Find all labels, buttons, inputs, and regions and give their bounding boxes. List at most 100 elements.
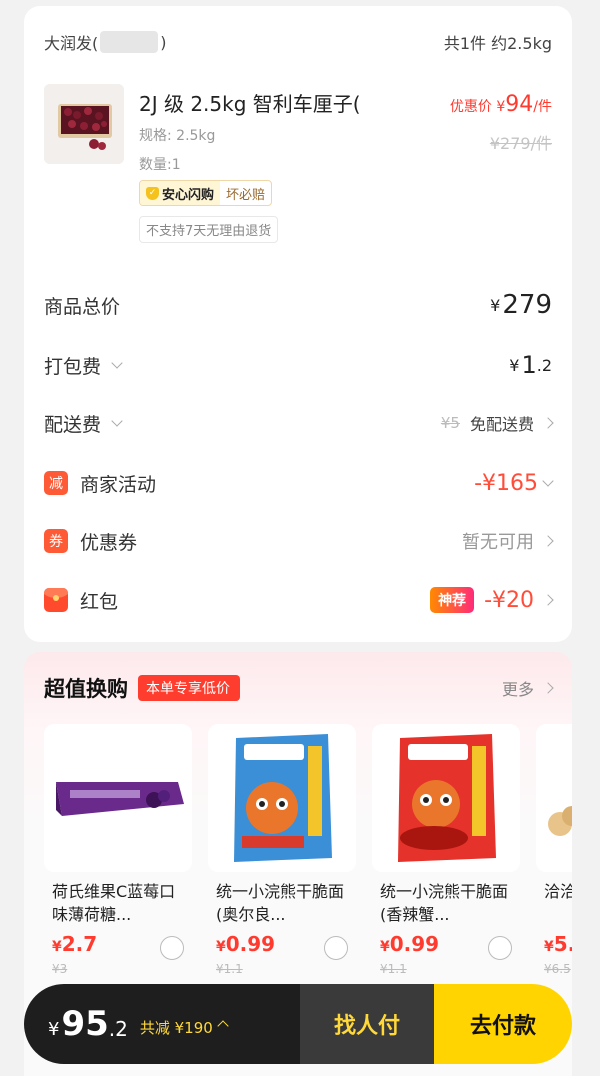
addon-item-name: 统一小浣熊干脆面(奥尔良...: [216, 882, 345, 924]
store-row: 大润发( ) 共1件 约2.5kg: [44, 28, 552, 56]
addon-item-price-value: 0.99: [225, 932, 276, 956]
addon-item-checkbox[interactable]: [488, 936, 512, 960]
discount-price-unit: /件: [533, 99, 552, 115]
addon-tag: 本单专享低价: [138, 675, 240, 701]
checkout-yen: ¥: [48, 1018, 60, 1040]
red-packet-icon: [44, 588, 68, 612]
addon-item-price: ¥2.7: [52, 932, 97, 956]
product-quantity: 数量:1: [139, 157, 181, 173]
merchant-activity-value: -¥165: [474, 470, 538, 496]
red-packet-label: 红包: [80, 590, 119, 613]
addon-item[interactable]: 洽洽盐焗 ¥5. ¥6.5: [536, 724, 572, 984]
delivery-fee-row[interactable]: 配送费 ¥5 免配送费: [44, 406, 554, 440]
addon-item-image[interactable]: [372, 724, 520, 872]
checkout-total[interactable]: ¥ 95 .2 共减 ¥190: [24, 984, 300, 1064]
chevron-right-icon[interactable]: [542, 535, 554, 547]
addon-item-checkbox[interactable]: [324, 936, 348, 960]
more-label: 更多: [501, 680, 534, 699]
checkout-amount: 95: [61, 1004, 109, 1044]
addon-item-yen: ¥: [380, 939, 390, 955]
ask-friend-pay-button[interactable]: 找人付: [300, 984, 434, 1064]
product-item[interactable]: 2J 级 2.5kg 智利车厘子( 规格: 2.5kg 数量:1 ✓ 安心闪购 …: [44, 82, 552, 252]
packing-fee-label: 打包费: [44, 355, 102, 378]
chevron-right-icon[interactable]: [542, 594, 554, 606]
shield-check-icon: ✓: [146, 186, 159, 200]
addon-item-checkbox[interactable]: [160, 936, 184, 960]
addon-item-name: 荷氏维果C蓝莓口味薄荷糖...: [52, 882, 176, 924]
order-card: 大润发( ) 共1件 约2.5kg 2J 级 2.5kg 智利车厘子( 规格: …: [24, 6, 572, 642]
addon-item-yen: ¥: [52, 939, 62, 955]
discount-badge-icon: 减: [44, 471, 68, 495]
addon-item-original-price: ¥1.1: [216, 962, 243, 976]
addon-item-yen: ¥: [544, 939, 554, 955]
more-link[interactable]: 更多: [501, 676, 554, 700]
chevron-down-icon[interactable]: [111, 356, 123, 369]
coupon-value: 暂无可用: [462, 532, 534, 553]
addon-header: 超值换购 本单专享低价 更多: [44, 672, 554, 704]
total-price-value: 279: [502, 290, 552, 320]
chevron-down-icon[interactable]: [542, 474, 554, 487]
addon-item-image[interactable]: [44, 724, 192, 872]
store-name-text: 大润发(: [44, 34, 99, 53]
chevron-right-icon: [542, 682, 554, 694]
guarantee-tag[interactable]: ✓ 安心闪购 坏必赔: [139, 180, 273, 206]
coupon-row[interactable]: 券 优惠券 暂无可用: [44, 524, 554, 558]
addon-item-original-price: ¥1.1: [380, 962, 407, 976]
packing-fee-int: 1: [521, 351, 537, 379]
addon-goods-list: 荷氏维果C蓝莓口味薄荷糖... ¥2.7 ¥3 统一小浣熊干脆面(奥尔良... …: [44, 724, 572, 984]
checkout-decimal: .2: [108, 1017, 128, 1041]
discount-price-label: 优惠价 ¥: [449, 99, 506, 115]
merchant-activity-row[interactable]: 减 商家活动 -¥165: [44, 466, 554, 500]
pay-button[interactable]: 去付款: [434, 984, 572, 1064]
addon-item-price: ¥0.99: [216, 932, 275, 956]
total-price-row: 商品总价 ¥ 279: [44, 288, 552, 322]
red-packet-value: -¥20: [484, 587, 534, 613]
addon-item-image[interactable]: [208, 724, 356, 872]
store-name[interactable]: 大润发( ): [44, 30, 167, 54]
chevron-down-icon[interactable]: [111, 414, 123, 427]
merchant-activity-label: 商家活动: [80, 473, 157, 496]
delivery-fee-free: 免配送费: [469, 415, 534, 434]
no-return-badge: 不支持7天无理由退货: [139, 216, 279, 243]
delivery-fee-original: ¥5: [440, 414, 460, 432]
red-packet-row[interactable]: 红包 神荐 -¥20: [44, 583, 554, 617]
addon-item-name: 洽洽盐焗: [544, 882, 572, 901]
tag-main: ✓ 安心闪购: [140, 181, 221, 205]
addon-item[interactable]: 荷氏维果C蓝莓口味薄荷糖... ¥2.7 ¥3: [44, 724, 192, 984]
addon-item-original-price: ¥6.5: [544, 962, 571, 976]
addon-item[interactable]: 统一小浣熊干脆面(奥尔良... ¥0.99 ¥1.1: [208, 724, 356, 984]
checkout-saved: 共减 ¥190: [139, 1018, 213, 1037]
discount-price: 优惠价 ¥94/件: [450, 92, 552, 117]
packing-fee-row[interactable]: 打包费 ¥ 1 .2: [44, 348, 552, 382]
delivery-fee-label: 配送费: [44, 413, 102, 436]
chevron-right-icon[interactable]: [542, 417, 554, 429]
addon-item-price-value: 0.99: [389, 932, 440, 956]
discount-price-value: 94: [505, 92, 534, 117]
chevron-up-icon[interactable]: [217, 1020, 229, 1032]
redacted-text: [100, 31, 159, 53]
total-price-label: 商品总价: [44, 295, 121, 318]
packing-fee-dec: .2: [536, 356, 552, 375]
addon-item-original-price: ¥3: [52, 962, 68, 976]
total-price-yen: ¥: [490, 295, 501, 315]
coupon-badge-icon: 券: [44, 529, 68, 553]
product-spec: 规格: 2.5kg: [139, 128, 216, 144]
addon-item-price-value: 5.: [553, 932, 572, 956]
addon-item[interactable]: 统一小浣熊干脆面 (香辣蟹... ¥0.99 ¥1.1: [372, 724, 520, 984]
original-price: ¥279/件: [489, 134, 552, 153]
store-name-suffix: ): [160, 32, 167, 52]
coupon-label: 优惠券: [80, 531, 138, 554]
addon-item-price: ¥0.99: [380, 932, 439, 956]
addon-item-image[interactable]: [536, 724, 572, 872]
checkout-bar: ¥ 95 .2 共减 ¥190 找人付 去付款: [24, 984, 572, 1064]
addon-item-price: ¥5.: [544, 932, 572, 956]
recommend-tag: 神荐: [430, 587, 475, 613]
order-summary: 共1件 约2.5kg: [443, 34, 552, 53]
product-thumbnail[interactable]: [44, 84, 124, 164]
tag-sub-label: 坏必赔: [226, 187, 266, 203]
addon-item-price-value: 2.7: [61, 932, 98, 956]
product-name[interactable]: 2J 级 2.5kg 智利车厘子(: [139, 88, 361, 117]
addon-item-name: 统一小浣熊干脆面 (香辣蟹...: [380, 882, 509, 924]
addon-item-yen: ¥: [216, 939, 226, 955]
addon-title: 超值换购: [44, 677, 128, 701]
